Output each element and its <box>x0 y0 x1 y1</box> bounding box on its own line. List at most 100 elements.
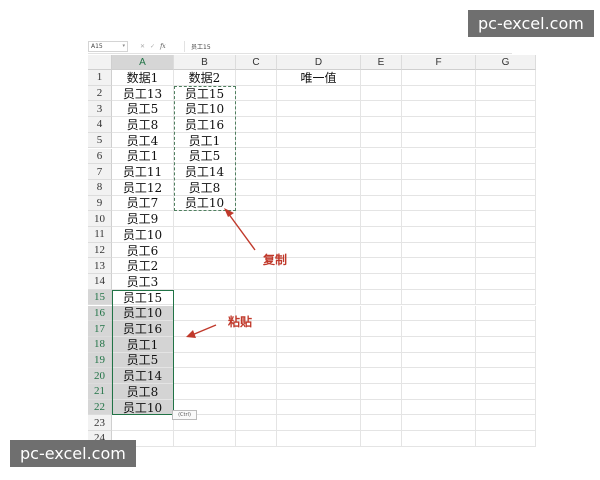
cell-b4[interactable]: 员工16 <box>174 117 236 133</box>
cell-a15[interactable]: 员工15 <box>112 289 174 306</box>
cell-b15[interactable] <box>174 289 236 306</box>
cell-d4[interactable] <box>277 117 361 133</box>
column-header-g[interactable]: G <box>476 55 536 70</box>
cell-e11[interactable] <box>361 227 402 243</box>
cell-b17[interactable] <box>174 321 236 337</box>
row-header-2[interactable]: 2 <box>88 85 112 102</box>
cell-e16[interactable] <box>361 305 402 322</box>
cell-f13[interactable] <box>402 258 476 275</box>
cell-e18[interactable] <box>361 336 402 353</box>
cell-g22[interactable] <box>476 399 536 416</box>
cell-c23[interactable] <box>236 415 277 432</box>
cell-d22[interactable] <box>277 399 361 416</box>
cell-d8[interactable] <box>277 179 361 196</box>
cell-b2[interactable]: 员工15 <box>174 85 236 102</box>
cell-g11[interactable] <box>476 227 536 243</box>
cell-d14[interactable] <box>277 274 361 290</box>
cell-g4[interactable] <box>476 117 536 133</box>
row-header-3[interactable]: 3 <box>88 101 112 118</box>
cell-g16[interactable] <box>476 305 536 322</box>
row-header-16[interactable]: 16 <box>88 305 112 322</box>
cell-f19[interactable] <box>402 352 476 369</box>
cell-b7[interactable]: 员工14 <box>174 164 236 180</box>
cell-a23[interactable] <box>112 415 174 432</box>
close-icon[interactable]: ✕ <box>140 43 145 50</box>
cell-f5[interactable] <box>402 132 476 149</box>
cell-e10[interactable] <box>361 211 402 227</box>
row-header-20[interactable]: 20 <box>88 368 112 384</box>
formula-input[interactable]: 员工15 <box>184 41 211 52</box>
cell-g8[interactable] <box>476 179 536 196</box>
row-header-21[interactable]: 21 <box>88 384 112 400</box>
cell-c18[interactable] <box>236 336 277 353</box>
row-header-13[interactable]: 13 <box>88 258 112 275</box>
cell-c8[interactable] <box>236 179 277 196</box>
row-header-12[interactable]: 12 <box>88 242 112 259</box>
cell-f14[interactable] <box>402 274 476 290</box>
cell-a13[interactable]: 员工2 <box>112 258 174 275</box>
cell-g5[interactable] <box>476 132 536 149</box>
cell-f21[interactable] <box>402 384 476 400</box>
cell-a20[interactable]: 员工14 <box>112 368 174 384</box>
cell-a3[interactable]: 员工5 <box>112 101 174 118</box>
cell-f20[interactable] <box>402 368 476 384</box>
cell-c5[interactable] <box>236 132 277 149</box>
cell-e1[interactable] <box>361 70 402 86</box>
cell-g18[interactable] <box>476 336 536 353</box>
cell-f11[interactable] <box>402 227 476 243</box>
cell-g19[interactable] <box>476 352 536 369</box>
cell-e4[interactable] <box>361 117 402 133</box>
cell-a22[interactable]: 员工10 <box>112 399 174 416</box>
row-header-6[interactable]: 6 <box>88 148 112 165</box>
cell-a12[interactable]: 员工6 <box>112 242 174 259</box>
cell-c22[interactable] <box>236 399 277 416</box>
cell-e20[interactable] <box>361 368 402 384</box>
cell-b11[interactable] <box>174 227 236 243</box>
cell-c4[interactable] <box>236 117 277 133</box>
cell-d5[interactable] <box>277 132 361 149</box>
column-header-c[interactable]: C <box>236 55 277 70</box>
cell-b19[interactable] <box>174 352 236 369</box>
cell-e12[interactable] <box>361 242 402 259</box>
cell-g14[interactable] <box>476 274 536 290</box>
cell-d6[interactable] <box>277 148 361 165</box>
cell-e21[interactable] <box>361 384 402 400</box>
cell-g15[interactable] <box>476 289 536 306</box>
cell-g10[interactable] <box>476 211 536 227</box>
cell-d20[interactable] <box>277 368 361 384</box>
cell-a7[interactable]: 员工11 <box>112 164 174 180</box>
cell-b6[interactable]: 员工5 <box>174 148 236 165</box>
cell-b5[interactable]: 员工1 <box>174 132 236 149</box>
cell-b21[interactable] <box>174 384 236 400</box>
cell-b3[interactable]: 员工10 <box>174 101 236 118</box>
cell-a18[interactable]: 员工1 <box>112 336 174 353</box>
cell-f6[interactable] <box>402 148 476 165</box>
cell-a5[interactable]: 员工4 <box>112 132 174 149</box>
cell-b18[interactable] <box>174 336 236 353</box>
column-header-a[interactable]: A <box>112 55 174 70</box>
cell-d3[interactable] <box>277 101 361 118</box>
column-header-f[interactable]: F <box>402 55 476 70</box>
cell-e17[interactable] <box>361 321 402 337</box>
cell-c15[interactable] <box>236 289 277 306</box>
fx-icon[interactable]: fx <box>160 43 166 50</box>
name-box[interactable]: A15 ▾ <box>88 41 128 52</box>
cell-f16[interactable] <box>402 305 476 322</box>
cell-e6[interactable] <box>361 148 402 165</box>
row-header-17[interactable]: 17 <box>88 321 112 337</box>
cell-g17[interactable] <box>476 321 536 337</box>
cell-b13[interactable] <box>174 258 236 275</box>
cell-a6[interactable]: 员工1 <box>112 148 174 165</box>
cell-c7[interactable] <box>236 164 277 180</box>
cell-a21[interactable]: 员工8 <box>112 384 174 400</box>
cell-b12[interactable] <box>174 242 236 259</box>
cell-e24[interactable] <box>361 431 402 447</box>
cell-e23[interactable] <box>361 415 402 432</box>
row-header-9[interactable]: 9 <box>88 195 112 212</box>
cell-g24[interactable] <box>476 431 536 447</box>
cell-d11[interactable] <box>277 227 361 243</box>
cell-f23[interactable] <box>402 415 476 432</box>
cell-f15[interactable] <box>402 289 476 306</box>
cell-a8[interactable]: 员工12 <box>112 179 174 196</box>
cell-f7[interactable] <box>402 164 476 180</box>
